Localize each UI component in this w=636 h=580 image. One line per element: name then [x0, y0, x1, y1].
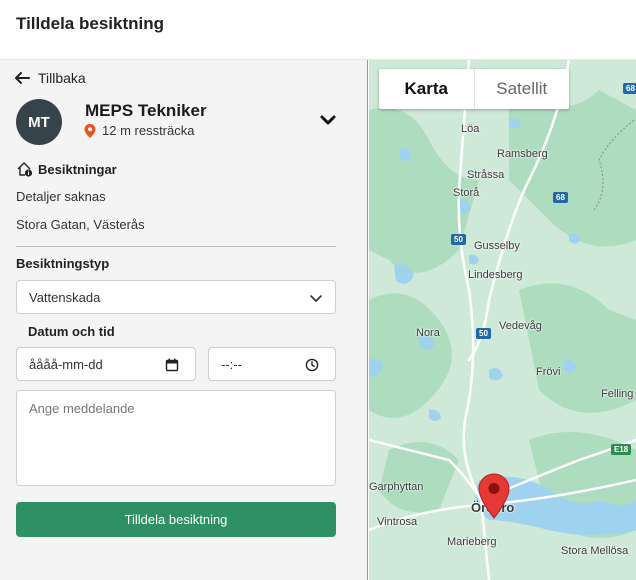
distance-label: 12 m ressträcka — [102, 123, 195, 138]
place-label: Ramsberg — [497, 148, 548, 160]
inspection-address: Stora Gatan, Västerås — [16, 217, 145, 232]
inspection-type-label: Besiktningstyp — [16, 256, 110, 271]
house-info-icon — [17, 162, 33, 177]
place-label: Stora Mellösa — [561, 545, 629, 557]
inspection-details: Detaljer saknas — [16, 189, 106, 204]
place-label: Stråssa — [467, 169, 505, 181]
assign-panel: Tillbaka MT MEPS Tekniker 12 m ressträck… — [0, 60, 368, 580]
map-marker-icon[interactable] — [476, 472, 512, 520]
place-label: Vedevåg — [499, 320, 542, 332]
location-pin-icon — [84, 123, 96, 138]
travel-distance: 12 m ressträcka — [84, 123, 194, 138]
place-label: Felling — [601, 388, 634, 400]
time-placeholder: --:-- — [221, 356, 242, 372]
header-bar: Tilldela besiktning — [0, 0, 636, 60]
tab-map[interactable]: Karta — [379, 69, 474, 109]
arrow-left-icon — [15, 72, 30, 84]
clock-icon[interactable] — [305, 358, 319, 372]
tab-satellite[interactable]: Satellit — [473, 69, 570, 109]
back-label: Tillbaka — [38, 70, 86, 86]
road-shield: 50 — [451, 234, 466, 245]
message-textarea[interactable]: Ange meddelande — [16, 390, 336, 486]
place-label: Nora — [416, 327, 440, 339]
avatar: MT — [16, 99, 62, 145]
road-shield: 68 — [553, 192, 568, 203]
inspections-heading: Besiktningar — [16, 161, 117, 177]
page-title: Tilldela besiktning — [16, 14, 164, 33]
chevron-down-icon — [310, 295, 322, 302]
place-label: Marieberg — [447, 536, 497, 548]
chevron-down-icon[interactable] — [318, 110, 338, 130]
calendar-icon[interactable] — [165, 358, 179, 372]
divider — [16, 246, 336, 247]
road-shield: E18 — [611, 444, 632, 455]
inspection-type-select[interactable]: Vattenskada — [16, 280, 336, 314]
place-label: Gusselby — [474, 240, 520, 252]
map-view[interactable]: Karta Satellit Löa Ramsberg Stråssa Stor… — [369, 60, 636, 580]
back-link[interactable]: Tillbaka — [14, 70, 86, 86]
place-label: Lindesberg — [468, 269, 523, 281]
message-placeholder: Ange meddelande — [29, 401, 135, 416]
place-label: Vintrosa — [377, 516, 418, 528]
time-input[interactable]: --:-- — [208, 347, 336, 381]
inspection-type-value: Vattenskada — [29, 289, 101, 305]
place-label: Storå — [453, 187, 480, 199]
road-shield: 50 — [476, 328, 491, 339]
map-type-control: Karta Satellit — [379, 69, 569, 109]
place-label: Frövi — [536, 366, 561, 378]
assign-button[interactable]: Tilldela besiktning — [16, 502, 336, 537]
technician-name: MEPS Tekniker — [85, 101, 207, 120]
date-placeholder: åååå-mm-dd — [29, 356, 103, 372]
road-shield: 68 — [623, 83, 636, 94]
inspections-title: Besiktningar — [38, 161, 117, 177]
place-label: Löa — [461, 123, 480, 135]
place-label: Garphyttan — [369, 481, 424, 493]
date-input[interactable]: åååå-mm-dd — [16, 347, 196, 381]
